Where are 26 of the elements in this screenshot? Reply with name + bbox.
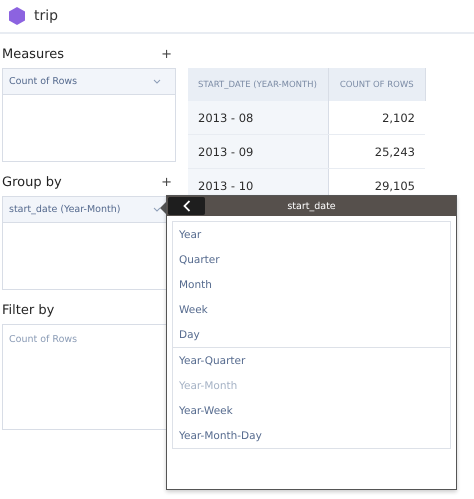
table-cell: 2,102 [328,101,425,134]
table-cell: 2013 - 08 [188,101,328,134]
option-item[interactable]: Year-Quarter [173,348,450,373]
option-item[interactable]: Month [173,272,450,297]
section-title: Filter by [2,302,54,318]
dataset-title: trip [34,8,58,24]
popover-title: start_date [286,200,337,212]
option-item[interactable]: Year [173,222,450,247]
option-item[interactable]: Year-Month-Day [173,423,450,448]
drop-zone[interactable]: Count of Rows [2,68,176,162]
section-title: Measures [2,46,64,62]
option-item[interactable]: Week [173,297,450,322]
add-button[interactable]: + [157,174,176,190]
field-label: start_date (Year-Month) [9,204,120,215]
section-title: Group by [2,174,62,190]
column-header: COUNT OF ROWS [328,68,425,101]
option-item[interactable]: Quarter [173,247,450,272]
table-cell: 25,243 [328,134,425,168]
field-label: Count of Rows [9,76,78,87]
placeholder-text: Count of Rows [8,333,78,347]
table-cell: 2013 - 09 [188,134,328,168]
field-pill[interactable]: Count of Rows [3,69,175,95]
column-header: START_DATE (YEAR-MONTH) [188,68,328,101]
option-item[interactable]: Year-Week [173,398,450,423]
add-button[interactable]: + [157,46,176,62]
option-item[interactable]: Day [173,322,450,347]
